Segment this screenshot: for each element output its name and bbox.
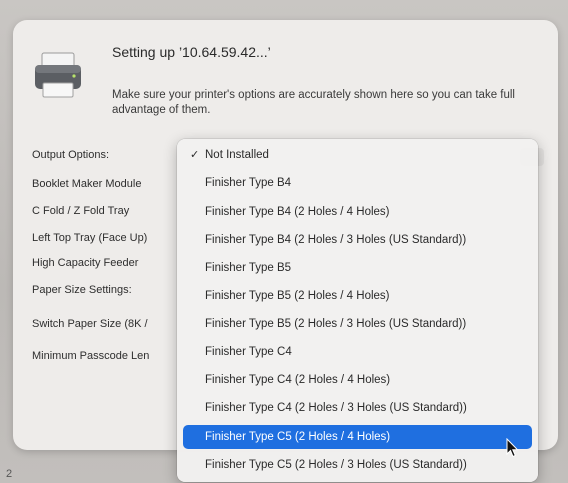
menu-item-not-installed[interactable]: ✓ Not Installed (183, 143, 532, 167)
checkmark-icon: ✓ (190, 148, 200, 161)
menu-item-finisher-c4-2-4-holes[interactable]: Finisher Type C4 (2 Holes / 4 Holes) (183, 368, 532, 392)
menu-item-label: Finisher Type B4 (2 Holes / 4 Holes) (205, 206, 390, 218)
menu-item-finisher-b4-2-3-holes[interactable]: Finisher Type B4 (2 Holes / 3 Holes (US … (183, 228, 532, 252)
menu-item-finisher-b5-2-3-holes[interactable]: Finisher Type B5 (2 Holes / 3 Holes (US … (183, 312, 532, 336)
label-left-top-tray: Left Top Tray (Face Up) (32, 232, 148, 244)
mouse-pointer-icon (506, 438, 519, 458)
menu-item-finisher-c5-2-4-holes[interactable]: Finisher Type C5 (2 Holes / 4 Holes) (183, 425, 532, 449)
menu-item-finisher-b5-2-4-holes[interactable]: Finisher Type B5 (2 Holes / 4 Holes) (183, 284, 532, 308)
label-switch-paper-size: Switch Paper Size (8K / (32, 318, 148, 330)
label-fold-tray: C Fold / Z Fold Tray (32, 205, 130, 217)
output-options-dropdown-menu: ✓ Not Installed Finisher Type B4 Finishe… (177, 139, 538, 482)
menu-item-label: Finisher Type C4 (2 Holes / 4 Holes) (205, 374, 391, 386)
dialog-description: Make sure your printer's options are acc… (112, 89, 515, 116)
menu-item-label: Finisher Type C4 (2 Holes / 3 Holes (US … (205, 402, 467, 414)
menu-item-label: Finisher Type B4 (2 Holes / 3 Holes (US … (205, 234, 467, 246)
corner-text: 2 (6, 468, 13, 480)
menu-item-label: Finisher Type B4 (205, 177, 292, 189)
menu-item-label: Finisher Type B5 (2 Holes / 4 Holes) (205, 290, 390, 302)
menu-item-label: Not Installed (205, 149, 269, 161)
menu-item-finisher-c5-2-3-holes[interactable]: Finisher Type C5 (2 Holes / 3 Holes (US … (183, 453, 532, 477)
label-minimum-passcode: Minimum Passcode Len (32, 350, 150, 362)
label-high-capacity-feeder: High Capacity Feeder (32, 257, 139, 269)
menu-item-finisher-b4-2-4-holes[interactable]: Finisher Type B4 (2 Holes / 4 Holes) (183, 200, 532, 224)
menu-item-label: Finisher Type B5 (2 Holes / 3 Holes (US … (205, 318, 467, 330)
menu-item-finisher-c4[interactable]: Finisher Type C4 (183, 340, 532, 364)
menu-item-finisher-c4-2-3-holes[interactable]: Finisher Type C4 (2 Holes / 3 Holes (US … (183, 396, 532, 420)
menu-item-label: Finisher Type B5 (205, 262, 292, 274)
menu-item-label: Finisher Type C5 (2 Holes / 4 Holes) (205, 431, 391, 443)
menu-item-finisher-b4[interactable]: Finisher Type B4 (183, 171, 532, 195)
printer-icon (35, 52, 81, 98)
menu-item-label: Finisher Type C5 (2 Holes / 3 Holes (US … (205, 459, 467, 471)
menu-item-finisher-b5[interactable]: Finisher Type B5 (183, 256, 532, 280)
label-output-options: Output Options: (32, 149, 110, 161)
menu-item-label: Finisher Type C4 (205, 346, 292, 358)
label-booklet-maker: Booklet Maker Module (32, 178, 142, 190)
dialog-title: Setting up ’10.64.59.42...’ (112, 44, 271, 60)
label-paper-size-settings: Paper Size Settings: (32, 284, 132, 296)
